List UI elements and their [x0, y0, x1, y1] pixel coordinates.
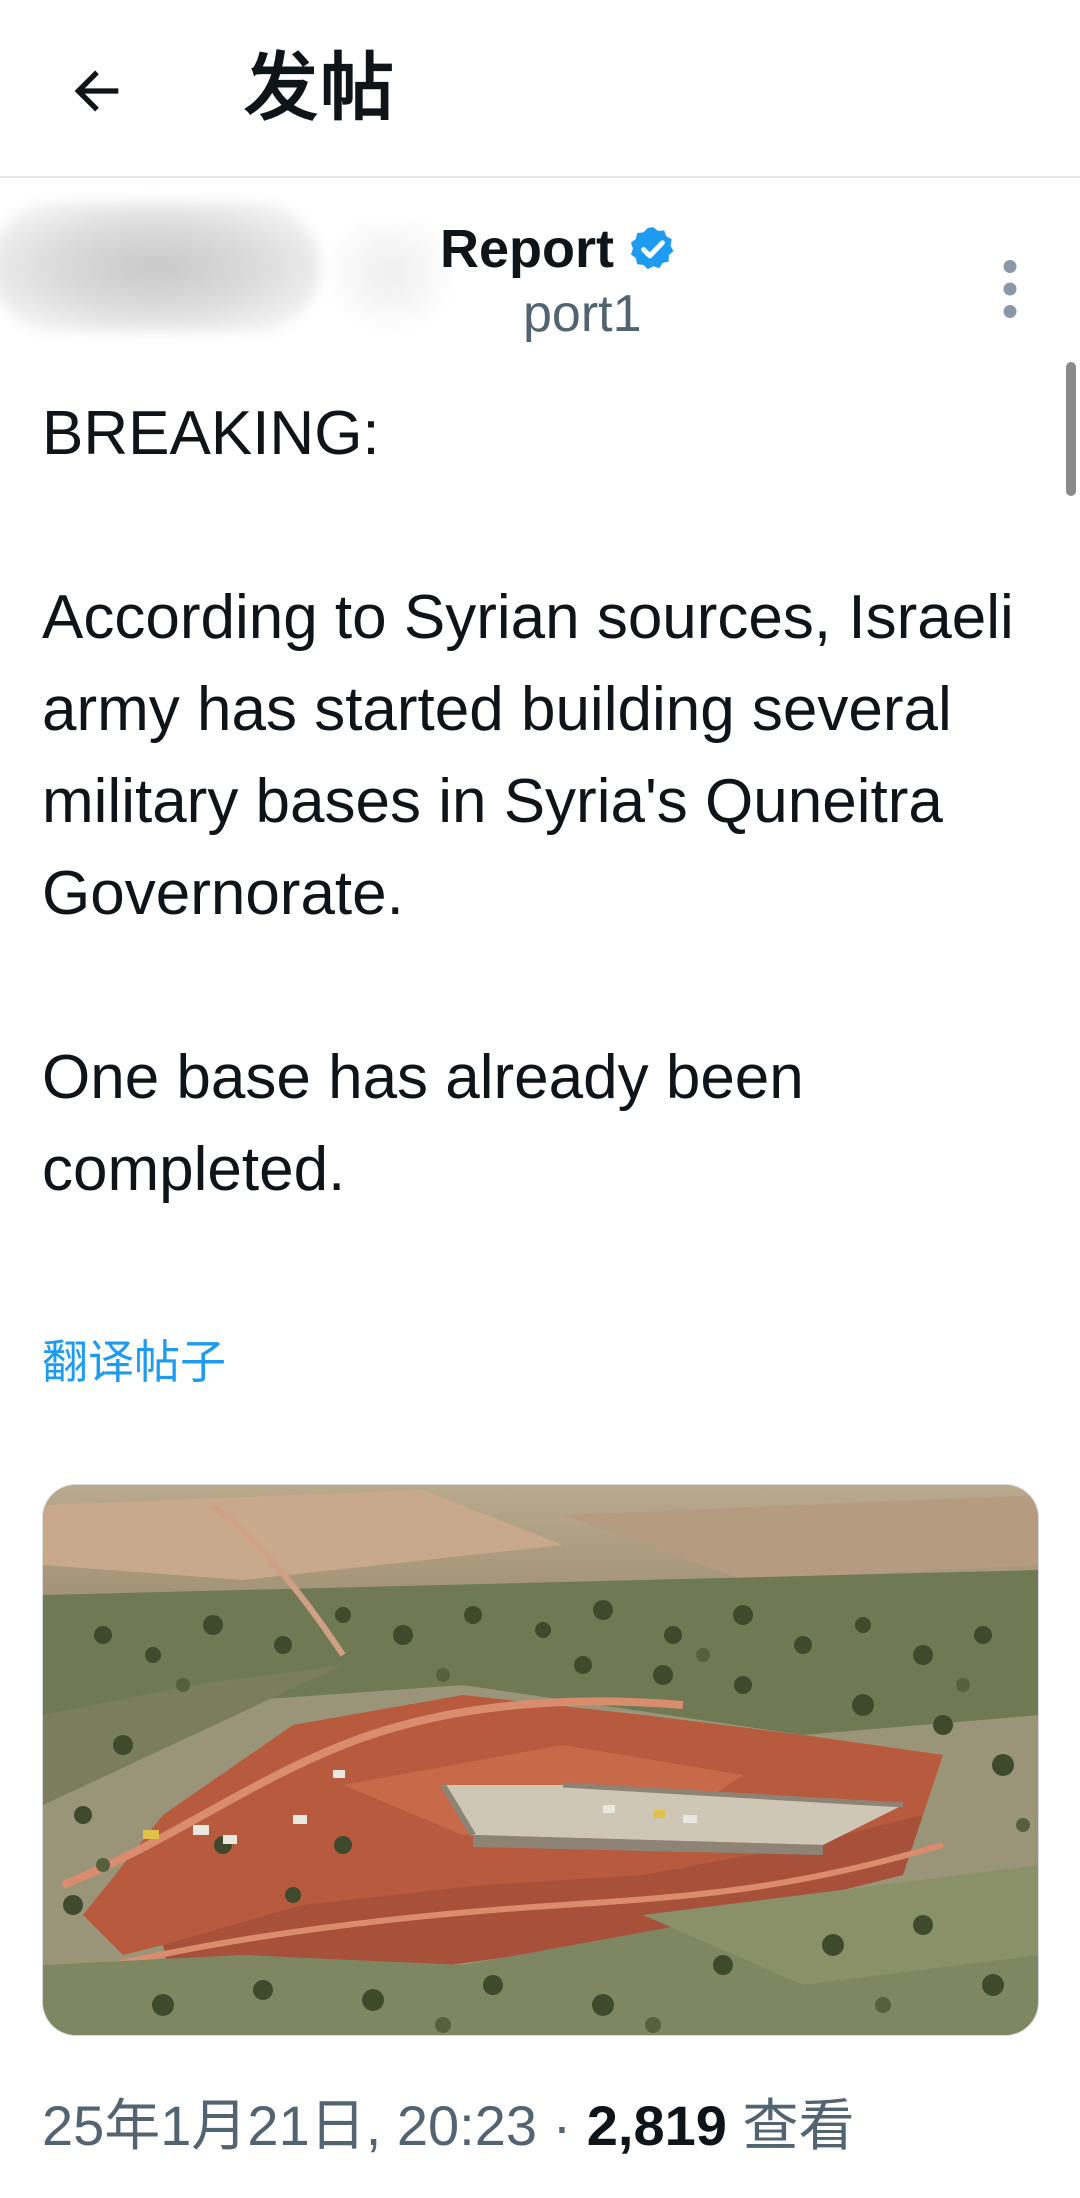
translate-post-link[interactable]: 翻译帖子: [42, 1332, 226, 1392]
tweet-author[interactable]: Report port1: [0, 180, 1080, 370]
tweet-paragraph: BREAKING:: [42, 399, 380, 468]
author-display-name[interactable]: Report: [440, 216, 678, 282]
views-count[interactable]: 2,819: [587, 2094, 727, 2157]
tweet-paragraph: According to Syrian sources, Israeli arm…: [42, 583, 1014, 928]
page-title: 发帖: [244, 46, 396, 129]
scrollbar-thumb[interactable]: [1066, 362, 1076, 496]
verified-badge-icon: [628, 224, 678, 274]
tweet-date[interactable]: 25年1月21日: [42, 2094, 366, 2157]
date-time-comma: ,: [365, 2094, 397, 2157]
tweet-text: BREAKING: According to Syrian sources, I…: [42, 388, 1032, 1216]
meta-separator: ·: [552, 2094, 572, 2157]
more-vertical-icon: [1003, 260, 1017, 318]
tweet-photo[interactable]: [42, 1484, 1039, 2036]
avatar[interactable]: [0, 202, 320, 332]
top-app-bar: 发帖: [0, 0, 1080, 178]
redacted-name-area: [330, 218, 450, 328]
tweet-detail-screen: 发帖 Report port1 BREAKING: According to S…: [0, 0, 1080, 2198]
tweet-time[interactable]: 20:23: [397, 2094, 537, 2157]
back-button[interactable]: [52, 46, 142, 136]
author-handle[interactable]: port1: [523, 282, 642, 346]
tweet-paragraph: One base has already been completed.: [42, 1043, 804, 1204]
author-name-text: Report: [440, 219, 614, 279]
views-label[interactable]: 查看: [742, 2094, 854, 2157]
arrow-left-icon: [74, 70, 119, 112]
more-options-button[interactable]: [985, 246, 1035, 332]
tweet-timestamp-views: 25年1月21日, 20:23 · 2,819 查看: [42, 2090, 854, 2162]
